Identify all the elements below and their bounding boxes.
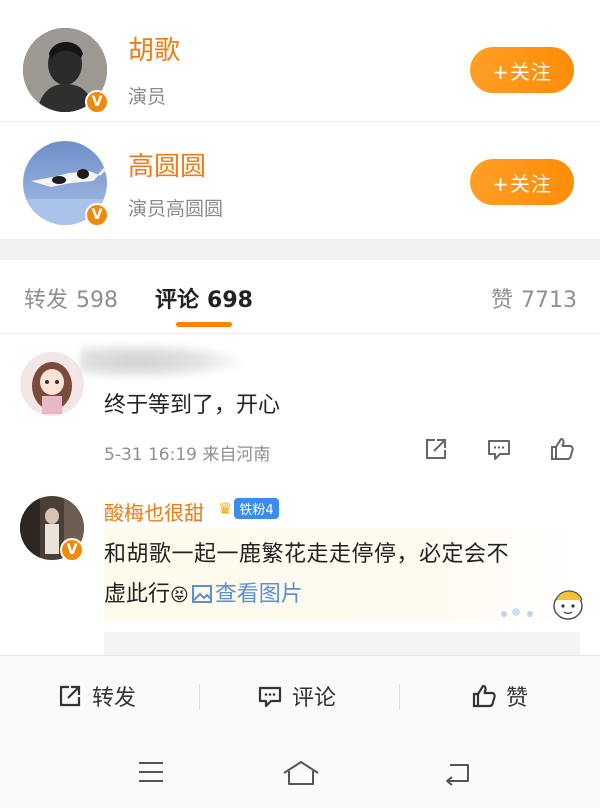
user-avatar[interactable]: V xyxy=(23,28,109,114)
share-icon[interactable] xyxy=(422,435,450,463)
comment-icon xyxy=(258,686,282,708)
tab-like-label: 赞 xyxy=(491,288,514,313)
comment-text-line1: 和胡歌一起一鹿繁花走走停停，必定会不 xyxy=(104,542,510,567)
emoji-icon: 😝 xyxy=(170,585,189,606)
user-description: 演员高圆圆 xyxy=(128,198,224,220)
comment-label: 评论 xyxy=(292,686,337,711)
tab-repost-count: 598 xyxy=(76,288,119,313)
fan-badge-label: 铁粉4 xyxy=(234,497,279,519)
repost-label: 转发 xyxy=(92,686,137,711)
comment-text-line2: 虚此行😝 查看图片 xyxy=(104,576,303,608)
divider xyxy=(399,684,400,710)
verified-icon: V xyxy=(85,90,109,114)
follow-button[interactable]: +关注 xyxy=(470,47,574,93)
tab-repost[interactable]: 转发 598 xyxy=(24,282,118,314)
cartoon-decoration-icon xyxy=(501,590,583,620)
verified-icon: V xyxy=(85,203,109,227)
repost-button[interactable]: 转发 xyxy=(56,680,136,712)
tab-comment-label: 评论 xyxy=(155,288,200,313)
verified-icon: V xyxy=(60,538,84,562)
commenter-avatar[interactable] xyxy=(20,352,84,416)
menu-icon[interactable] xyxy=(136,759,166,785)
crown-icon: ♛ xyxy=(218,498,233,518)
comment-icon[interactable] xyxy=(485,435,513,463)
like-label: 赞 xyxy=(506,686,529,711)
tab-comment[interactable]: 评论 698 xyxy=(155,282,253,314)
fan-badge: ♛ 铁粉4 xyxy=(218,497,279,519)
divider xyxy=(199,684,200,710)
tab-comment-count: 698 xyxy=(207,288,253,313)
user-name[interactable]: 胡歌 xyxy=(128,30,180,67)
share-icon xyxy=(59,685,81,707)
user-name[interactable]: 高圆圆 xyxy=(128,146,206,183)
like-icon xyxy=(472,684,496,708)
section-divider xyxy=(0,240,600,260)
back-icon[interactable] xyxy=(442,759,474,787)
see-picture-label: 查看图片 xyxy=(214,582,303,607)
like-button[interactable]: 赞 xyxy=(470,680,528,712)
system-navigation-bar xyxy=(0,737,600,808)
comment-button[interactable]: 评论 xyxy=(256,680,336,712)
user-description: 演员 xyxy=(128,86,167,108)
user-row-gao-yuanyuan[interactable]: V 高圆圆 演员高圆圆 +关注 xyxy=(0,124,600,240)
like-icon[interactable] xyxy=(548,435,576,463)
comment-text: 终于等到了，开心 xyxy=(104,393,281,418)
tab-bar: 转发 598 评论 698 赞 7713 xyxy=(0,260,600,334)
user-avatar[interactable]: V xyxy=(23,141,109,227)
comment-meta: 5-31 16:19 来自河南 xyxy=(104,445,271,465)
user-row-hu-ge[interactable]: V 胡歌 演员 +关注 xyxy=(0,6,600,122)
tab-like-count: 7713 xyxy=(521,288,578,313)
tab-repost-label: 转发 xyxy=(24,288,69,313)
commenter-name[interactable]: 酸梅也很甜 xyxy=(104,497,204,526)
home-icon[interactable] xyxy=(281,759,321,787)
commenter-name-blurred xyxy=(80,343,240,379)
picture-icon xyxy=(191,585,212,603)
comment-text-line2-text: 虚此行 xyxy=(104,582,171,607)
see-picture-link[interactable]: 查看图片 xyxy=(189,582,303,607)
bottom-action-bar: 转发 评论 赞 xyxy=(0,655,600,738)
tab-like[interactable]: 赞 7713 xyxy=(491,282,577,314)
active-tab-indicator xyxy=(176,322,232,327)
follow-button[interactable]: +关注 xyxy=(470,159,574,205)
